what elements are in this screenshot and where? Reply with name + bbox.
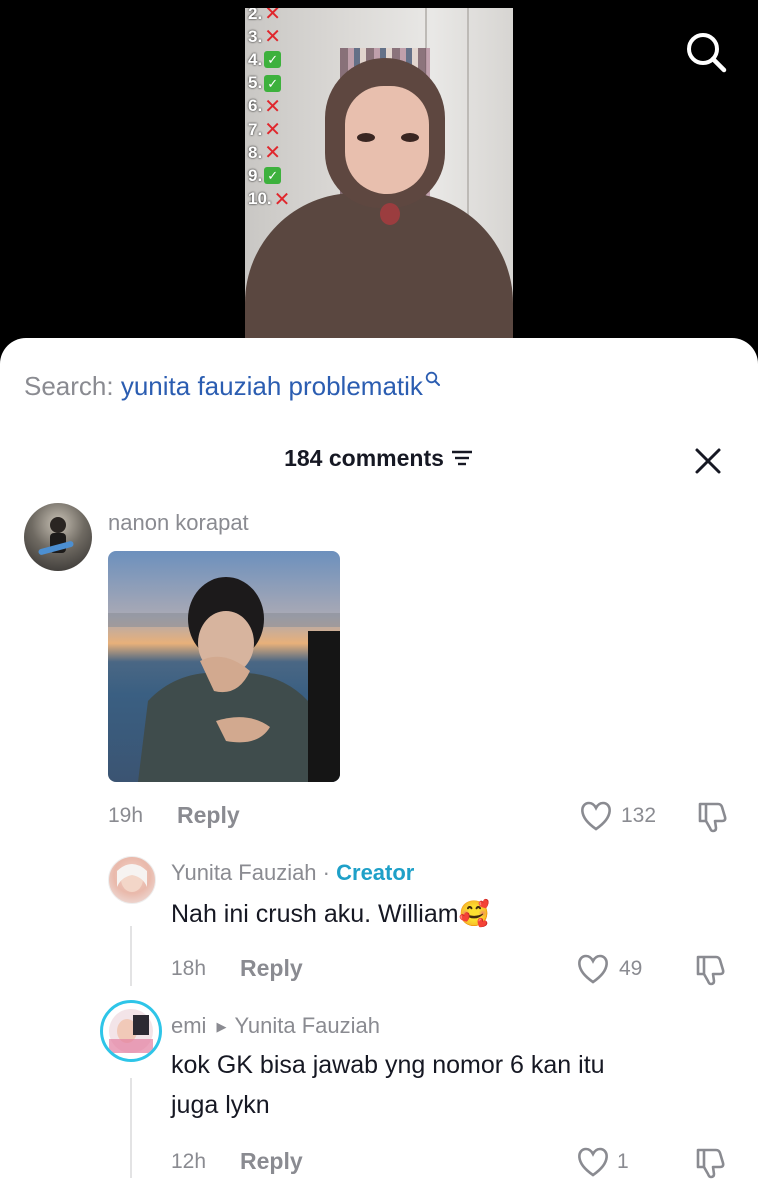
guitarist-avatar-icon [38,517,74,555]
checklist-row: 7. ✕ [248,118,308,141]
like-count: 49 [619,957,643,980]
checklist-overlay: 2. ✕ 3. ✕ 4. ✓ 5. ✓ 6. ✕ 7. ✕ 8. ✕ 9. ✓ 10. ✕ [248,8,308,211]
close-icon[interactable] [694,447,722,475]
reply-username: Yunita Fauziah · Creator [171,860,414,886]
checklist-row: 8. ✕ [248,141,308,164]
comment-time: 19h [108,804,144,827]
comments-header: 184 comments [0,443,758,479]
separator-dot: · [322,860,330,885]
heart-icon[interactable] [576,953,610,985]
checklist-row: 4. ✓ [248,48,308,71]
comments-sheet: Search: yunita fauziah problematik 184 c… [0,338,758,1199]
creator-avatar-icon [117,864,147,892]
sort-icon[interactable] [450,449,474,467]
cross-mark-icon: ✕ [264,119,281,142]
dislike-icon[interactable] [692,1146,726,1180]
search-icon [425,371,440,386]
checklist-row: 10. ✕ [248,188,308,211]
checklist-label: 9. [248,165,263,185]
thread-line [130,1078,132,1178]
comment-count-label: 184 comments [284,445,444,471]
person-photo-icon [108,577,340,782]
thread-line [130,926,132,986]
cross-mark-icon: ✕ [264,142,281,165]
reply-button[interactable]: Reply [177,802,240,829]
reply-time: 12h [171,1150,207,1173]
cross-mark-icon: ✕ [264,26,281,49]
like-count: 1 [617,1150,629,1173]
reply-time: 18h [171,957,207,980]
reply-text-line: kok GK bisa jawab yng nomor 6 kan itu [171,1051,605,1079]
checklist-label: 8. [248,142,263,162]
checklist-label: 2. [248,8,263,23]
checklist-label: 7. [248,119,263,139]
reply-to-user[interactable]: Yunita Fauziah [234,1013,380,1038]
cross-mark-icon: ✕ [273,188,291,211]
checklist-label: 3. [248,26,263,46]
check-mark-icon: ✓ [264,51,282,69]
reply-button[interactable]: Reply [240,955,303,982]
checklist-row: 5. ✓ [248,72,308,95]
reply-username: emi ▶ Yunita Fauziah [171,1013,380,1039]
reply-text-line: juga lykn [171,1091,270,1119]
check-mark-icon: ✓ [264,74,282,92]
like-count: 132 [621,804,657,827]
reply-button[interactable]: Reply [240,1148,303,1175]
comment-username[interactable]: nanon korapat [108,510,249,536]
comment-count: 184 comments [0,445,758,472]
user-avatar-icon [109,1009,153,1053]
avatar[interactable] [24,503,92,571]
creator-name[interactable]: Yunita Fauziah [171,860,317,885]
search-query-link[interactable]: yunita fauziah problematik [121,371,423,401]
person-body [245,193,513,348]
search-icon[interactable] [684,30,728,74]
video-frame[interactable]: 2. ✕ 3. ✕ 4. ✓ 5. ✓ 6. ✕ 7. ✕ 8. ✕ 9. ✓ 10. ✕ [245,8,513,348]
dislike-icon[interactable] [694,800,728,834]
mouth [380,203,400,225]
search-suggestion[interactable]: Search: yunita fauziah problematik [24,371,441,402]
reply-arrow-icon: ▶ [216,1019,227,1035]
heart-icon[interactable] [579,800,613,832]
avatar[interactable] [108,856,156,904]
checklist-row: 3. ✕ [248,25,308,48]
dislike-icon[interactable] [692,953,726,987]
checklist-label: 4. [248,49,263,69]
comment-attached-image[interactable] [108,551,340,782]
reply-text: kok GK bisa jawab yng nomor 6 kan itu ju… [171,1045,605,1125]
eye [401,133,419,142]
checklist-label: 5. [248,73,263,93]
eye [357,133,375,142]
search-prefix: Search: [24,371,114,401]
checklist-row: 6. ✕ [248,95,308,118]
checklist-label: 10. [248,189,272,209]
avatar[interactable] [100,1000,162,1062]
check-mark-icon: ✓ [264,167,282,185]
checklist-row: 9. ✓ [248,164,308,187]
reply-text: Nah ini crush aku. William🥰 [171,900,490,928]
checklist-row: 2. ✕ [248,8,308,25]
creator-badge: Creator [336,860,415,885]
heart-icon[interactable] [576,1146,610,1178]
cross-mark-icon: ✕ [264,95,281,118]
checklist-label: 6. [248,96,263,116]
video-area[interactable]: 2. ✕ 3. ✕ 4. ✓ 5. ✓ 6. ✕ 7. ✕ 8. ✕ 9. ✓ 10. ✕ [0,0,758,360]
reply-author[interactable]: emi [171,1013,206,1038]
